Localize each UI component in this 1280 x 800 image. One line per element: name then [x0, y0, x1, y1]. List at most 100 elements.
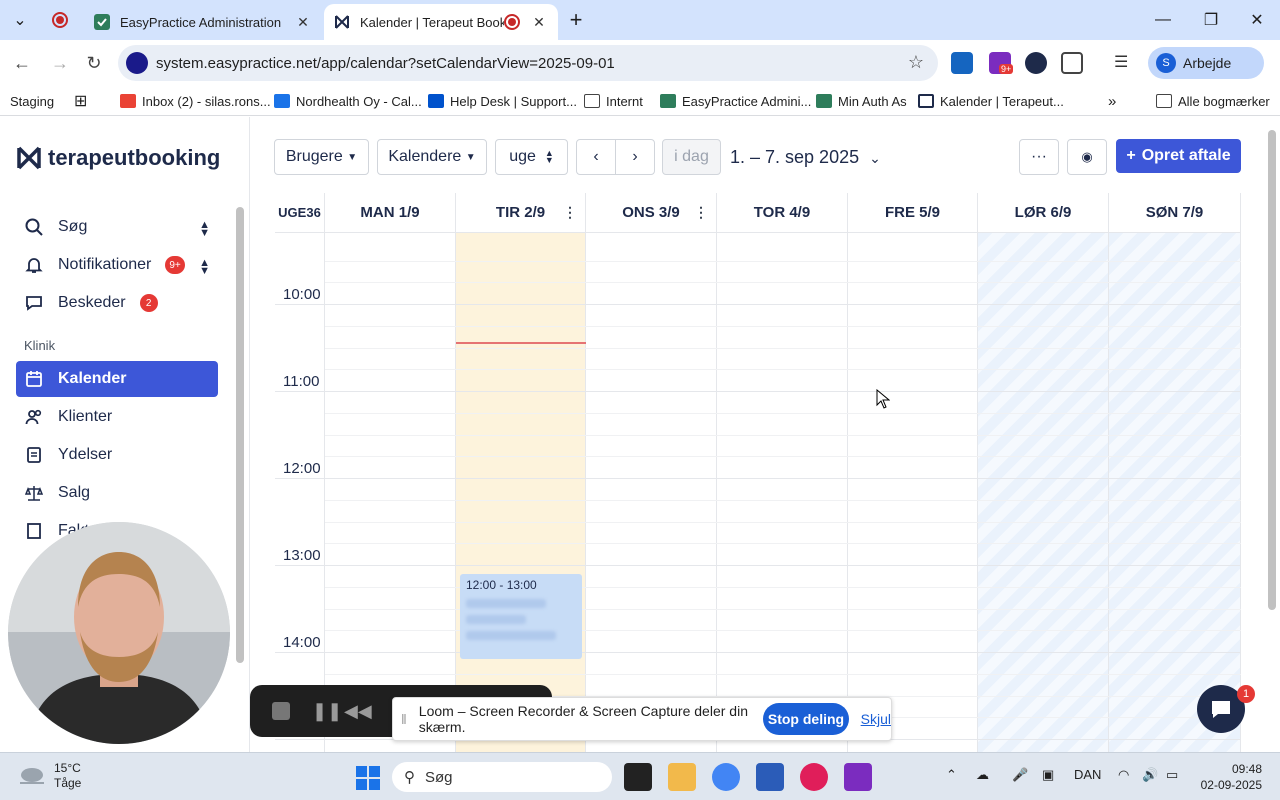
cloud-icon[interactable]: ☁: [976, 767, 989, 783]
chat-icon: [1212, 701, 1230, 718]
bookmark-star-icon[interactable]: ☆: [908, 52, 924, 73]
site-info-icon[interactable]: [126, 52, 148, 74]
sidebar-item-ydelser[interactable]: Ydelser: [16, 437, 218, 473]
language-indicator[interactable]: DAN: [1074, 767, 1101, 782]
snipping-tool-icon[interactable]: [844, 763, 872, 791]
volume-icon[interactable]: 🔊: [1142, 767, 1158, 783]
calendar-icon: [24, 369, 44, 389]
chrome-icon[interactable]: [712, 763, 740, 791]
visibility-button[interactable]: ◉: [1067, 139, 1107, 175]
day-menu-icon[interactable]: ⋮: [563, 204, 577, 221]
tab-search-icon[interactable]: ⌄: [6, 6, 34, 34]
forward-icon[interactable]: →: [46, 49, 74, 77]
restart-icon[interactable]: ◀◀: [344, 701, 372, 722]
bookmark-inbox[interactable]: Inbox (2) - silas.rons...: [120, 91, 271, 111]
day-header-sat[interactable]: LØR 6/9: [978, 193, 1109, 233]
apps-grid-icon[interactable]: ⊞: [74, 91, 87, 111]
sidebar-item-klienter[interactable]: Klienter: [16, 399, 218, 435]
sidebar-notifications[interactable]: Notifikationer 9+ ▲ ▼: [16, 247, 218, 283]
tray-overflow-icon[interactable]: ⌃: [946, 767, 957, 783]
extension-icon[interactable]: 9+: [989, 52, 1014, 74]
wifi-icon[interactable]: ◠: [1118, 767, 1129, 783]
close-tab-icon[interactable]: ✕: [530, 14, 548, 31]
webcam-bubble[interactable]: [8, 522, 230, 744]
day-header-wed[interactable]: ONS 3/9 ⋮: [586, 193, 717, 233]
clipboard-icon: [24, 445, 44, 465]
grid-line: [325, 369, 1241, 370]
day-header-thu[interactable]: TOR 4/9: [717, 193, 848, 233]
address-bar[interactable]: system.easypractice.net/app/calendar?set…: [118, 45, 938, 81]
sidebar-messages[interactable]: Beskeder 2: [16, 285, 218, 321]
search-icon: [24, 217, 44, 237]
new-tab-icon[interactable]: +: [562, 6, 590, 34]
day-header-fri[interactable]: FRE 5/9: [848, 193, 978, 233]
day-header-sun[interactable]: SØN 7/9: [1109, 193, 1241, 233]
bookmark-staging[interactable]: Staging: [10, 91, 54, 111]
close-tab-icon[interactable]: ✕: [294, 14, 312, 31]
sidebar-item-label: Klienter: [58, 408, 113, 425]
logo[interactable]: terapeutbooking: [16, 145, 220, 171]
drag-handle-icon[interactable]: ‖: [401, 711, 407, 727]
helpdesk-favicon-icon: [428, 94, 444, 108]
minimize-icon[interactable]: —: [1140, 0, 1186, 40]
task-view-icon[interactable]: [624, 763, 652, 791]
stop-recording-icon[interactable]: [272, 702, 290, 720]
prev-week-button[interactable]: ‹: [576, 139, 616, 175]
date-range-picker[interactable]: 1. – 7. sep 2025 ⌄: [730, 147, 881, 168]
tab-kalender[interactable]: Kalender | Terapeut Booking ✕: [324, 4, 558, 40]
create-appointment-button[interactable]: + Opret aftale: [1116, 139, 1241, 173]
avatar: S: [1156, 53, 1176, 73]
bookmark-label: Nordhealth Oy - Cal...: [296, 93, 422, 109]
close-window-icon[interactable]: ✕: [1234, 0, 1280, 40]
more-bookmarks-icon[interactable]: »: [1108, 91, 1116, 111]
security-app-icon[interactable]: [756, 763, 784, 791]
microphone-icon[interactable]: 🎤: [1012, 767, 1028, 783]
tab-easypractice-admin[interactable]: EasyPractice Administration ✕: [84, 4, 322, 40]
day-header-tue[interactable]: TIR 2/9 ⋮: [456, 193, 586, 233]
bookmark-min-auth[interactable]: Min Auth As: [816, 91, 907, 111]
sidebar-search[interactable]: Søg ▲ ▼: [16, 209, 218, 245]
sidebar-scrollbar[interactable]: [236, 207, 244, 663]
extension-icon[interactable]: [1025, 52, 1047, 74]
hide-button[interactable]: Skjul: [861, 711, 891, 727]
back-icon[interactable]: ←: [8, 49, 36, 77]
media-control-icon[interactable]: ☰: [1114, 52, 1136, 74]
bookmark-folder-internt[interactable]: Internt: [584, 91, 643, 111]
extension-icon[interactable]: [951, 52, 973, 74]
reload-icon[interactable]: ↻: [80, 49, 108, 77]
clock[interactable]: 09:48 02-09-2025: [1196, 761, 1262, 793]
sidebar-item-kalender[interactable]: Kalender: [16, 361, 218, 397]
display-icon[interactable]: ▣: [1042, 767, 1054, 783]
bookmark-easypractice-admin[interactable]: EasyPractice Admini...: [660, 91, 811, 111]
pause-icon[interactable]: ❚❚: [312, 701, 342, 722]
taskbar-search[interactable]: ⚲ Søg: [392, 762, 612, 792]
calendar-scrollbar[interactable]: [1268, 130, 1276, 610]
profile-button[interactable]: S Arbejde: [1148, 47, 1264, 79]
extensions-puzzle-icon[interactable]: [1061, 52, 1083, 74]
time-label: 11:00: [283, 373, 320, 390]
next-week-button[interactable]: ›: [615, 139, 655, 175]
calendars-dropdown[interactable]: Kalendere ▼: [377, 139, 487, 175]
slack-icon[interactable]: [800, 763, 828, 791]
weather-widget[interactable]: 15°C Tåge: [18, 761, 81, 791]
restore-icon[interactable]: ❐: [1188, 0, 1234, 40]
day-header-mon[interactable]: MAN 1/9: [325, 193, 456, 233]
chevron-right-icon: ›: [632, 148, 638, 165]
windows-start-icon[interactable]: [356, 766, 380, 790]
bookmark-helpdesk[interactable]: Help Desk | Support...: [428, 91, 577, 111]
bookmark-nordhealth[interactable]: Nordhealth Oy - Cal...: [274, 91, 422, 111]
terapeutbooking-favicon-icon: [335, 15, 349, 29]
all-bookmarks[interactable]: Alle bogmærker: [1156, 91, 1270, 111]
view-select[interactable]: uge ▲ ▼: [495, 139, 568, 175]
more-options-button[interactable]: ···: [1019, 139, 1059, 175]
today-button[interactable]: i dag: [662, 139, 721, 175]
battery-icon[interactable]: ▭: [1166, 767, 1178, 783]
grid-line: [325, 674, 1241, 675]
bookmark-kalender[interactable]: Kalender | Terapeut...: [918, 91, 1064, 111]
sidebar-item-salg[interactable]: Salg: [16, 475, 218, 511]
file-explorer-icon[interactable]: [668, 763, 696, 791]
appointment-event[interactable]: 12:00 - 13:00: [460, 574, 582, 659]
users-dropdown[interactable]: Brugere ▼: [274, 139, 369, 175]
stop-sharing-button[interactable]: Stop deling: [763, 703, 849, 735]
day-menu-icon[interactable]: ⋮: [694, 204, 708, 221]
